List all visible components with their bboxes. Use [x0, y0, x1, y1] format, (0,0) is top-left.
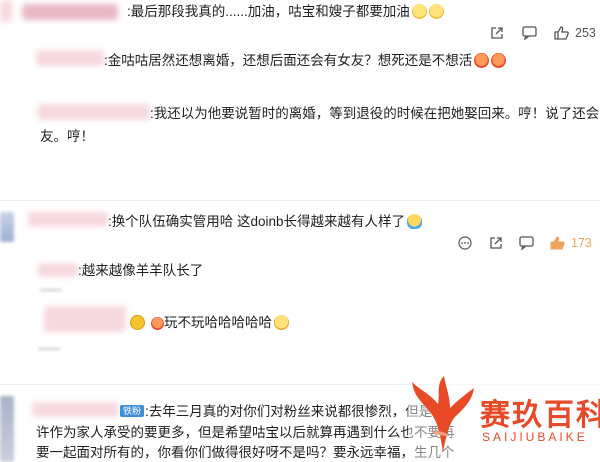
- comment-4: :换个队伍确实管用哈 这doinb长得越来越有人样了: [108, 213, 423, 231]
- angry-emoji-icon: [491, 53, 507, 68]
- like-count: 253: [575, 26, 596, 40]
- avatar[interactable]: [0, 396, 14, 462]
- avatar[interactable]: [36, 50, 104, 66]
- comment-actions: 173: [458, 236, 592, 251]
- watermark: 赛玖百科 SAIJIUBAIKE: [408, 372, 600, 462]
- crying-emoji-icon: [428, 4, 444, 19]
- comment-6: 玩不玩哈哈哈哈哈: [128, 314, 289, 332]
- watermark-en: SAIJIUBAIKE: [482, 430, 588, 444]
- angry-emoji-icon: [151, 317, 164, 330]
- divider: [0, 200, 600, 201]
- badge-v-icon: [130, 315, 145, 330]
- avatar[interactable]: [44, 306, 126, 332]
- laughing-emoji-icon: [274, 315, 289, 330]
- comment-text: 许作为家人承受的要更多，但是希望咕宝以后就算再遇到什么也不要再: [36, 425, 455, 440]
- fan-badge: 铁粉: [120, 405, 145, 417]
- like-count: 173: [571, 236, 592, 250]
- comment-text: :最后那段我真的......加油，咕宝和嫂子都要加油: [127, 4, 410, 19]
- comment-text: :金咕咕居然还想离婚，还想后面还会有女友？想死还是不想活: [104, 53, 473, 68]
- username[interactable]: [22, 4, 118, 20]
- avatar[interactable]: [38, 104, 150, 120]
- whale-tail-logo-icon: [412, 376, 474, 452]
- more-icon[interactable]: [458, 236, 472, 250]
- comment-text: 友。哼！: [40, 129, 94, 144]
- comment-actions: 253: [490, 26, 596, 41]
- angry-emoji-icon: [474, 53, 490, 68]
- crying-emoji-icon: [411, 4, 427, 19]
- avatar[interactable]: [0, 0, 12, 22]
- username[interactable]: [28, 212, 108, 227]
- like-icon[interactable]: [554, 26, 569, 40]
- comment-7-line-2: 许作为家人承受的要更多，但是希望咕宝以后就算再遇到什么也不要再: [36, 424, 455, 442]
- avatar[interactable]: [38, 263, 78, 277]
- avatar[interactable]: [0, 212, 14, 242]
- username[interactable]: [32, 402, 118, 417]
- comment-text: :去年三月真的对你们对粉丝来说都很惨烈，但是: [145, 404, 433, 419]
- comment-5: :越来越像羊羊队长了: [78, 262, 203, 280]
- comment-text: 要一起面对所有的，你看你们做得很好呀不是吗？要永远幸福，生几个: [36, 445, 455, 460]
- comment-text: 玩不玩哈哈哈哈哈: [164, 315, 272, 330]
- comment-7-line-1: 铁粉:去年三月真的对你们对粉丝来说都很惨烈，但是: [120, 403, 432, 421]
- watermark-cn: 赛玖百科: [480, 398, 600, 433]
- comment-text: :我还以为他要说暂时的离婚，等到退役的时候在把她娶回来。哼！说了还会有女: [150, 106, 600, 121]
- faint-text: [38, 347, 60, 351]
- comment-icon[interactable]: [522, 26, 537, 41]
- comment-3-line-1: :我还以为他要说暂时的离婚，等到退役的时候在把她娶回来。哼！说了还会有女: [150, 105, 600, 123]
- comment-text: :越来越像羊羊队长了: [78, 263, 204, 278]
- comment-text: :换个队伍确实管用哈 这doinb长得越来越有人样了: [108, 214, 406, 229]
- comment-2: :金咕咕居然还想离婚，还想后面还会有女友？想死还是不想活: [104, 52, 507, 70]
- comment-3-line-2: 友。哼！: [40, 128, 94, 146]
- comment-7-line-3: 要一起面对所有的，你看你们做得很好呀不是吗？要永远幸福，生几个: [36, 444, 455, 462]
- comment-icon[interactable]: [519, 236, 534, 251]
- comment-1: :最后那段我真的......加油，咕宝和嫂子都要加油: [120, 3, 444, 21]
- share-icon[interactable]: [490, 26, 504, 40]
- sweat-emoji-icon: [407, 214, 423, 229]
- share-icon[interactable]: [489, 236, 503, 250]
- faint-text: [40, 288, 62, 292]
- liked-icon[interactable]: [550, 236, 565, 250]
